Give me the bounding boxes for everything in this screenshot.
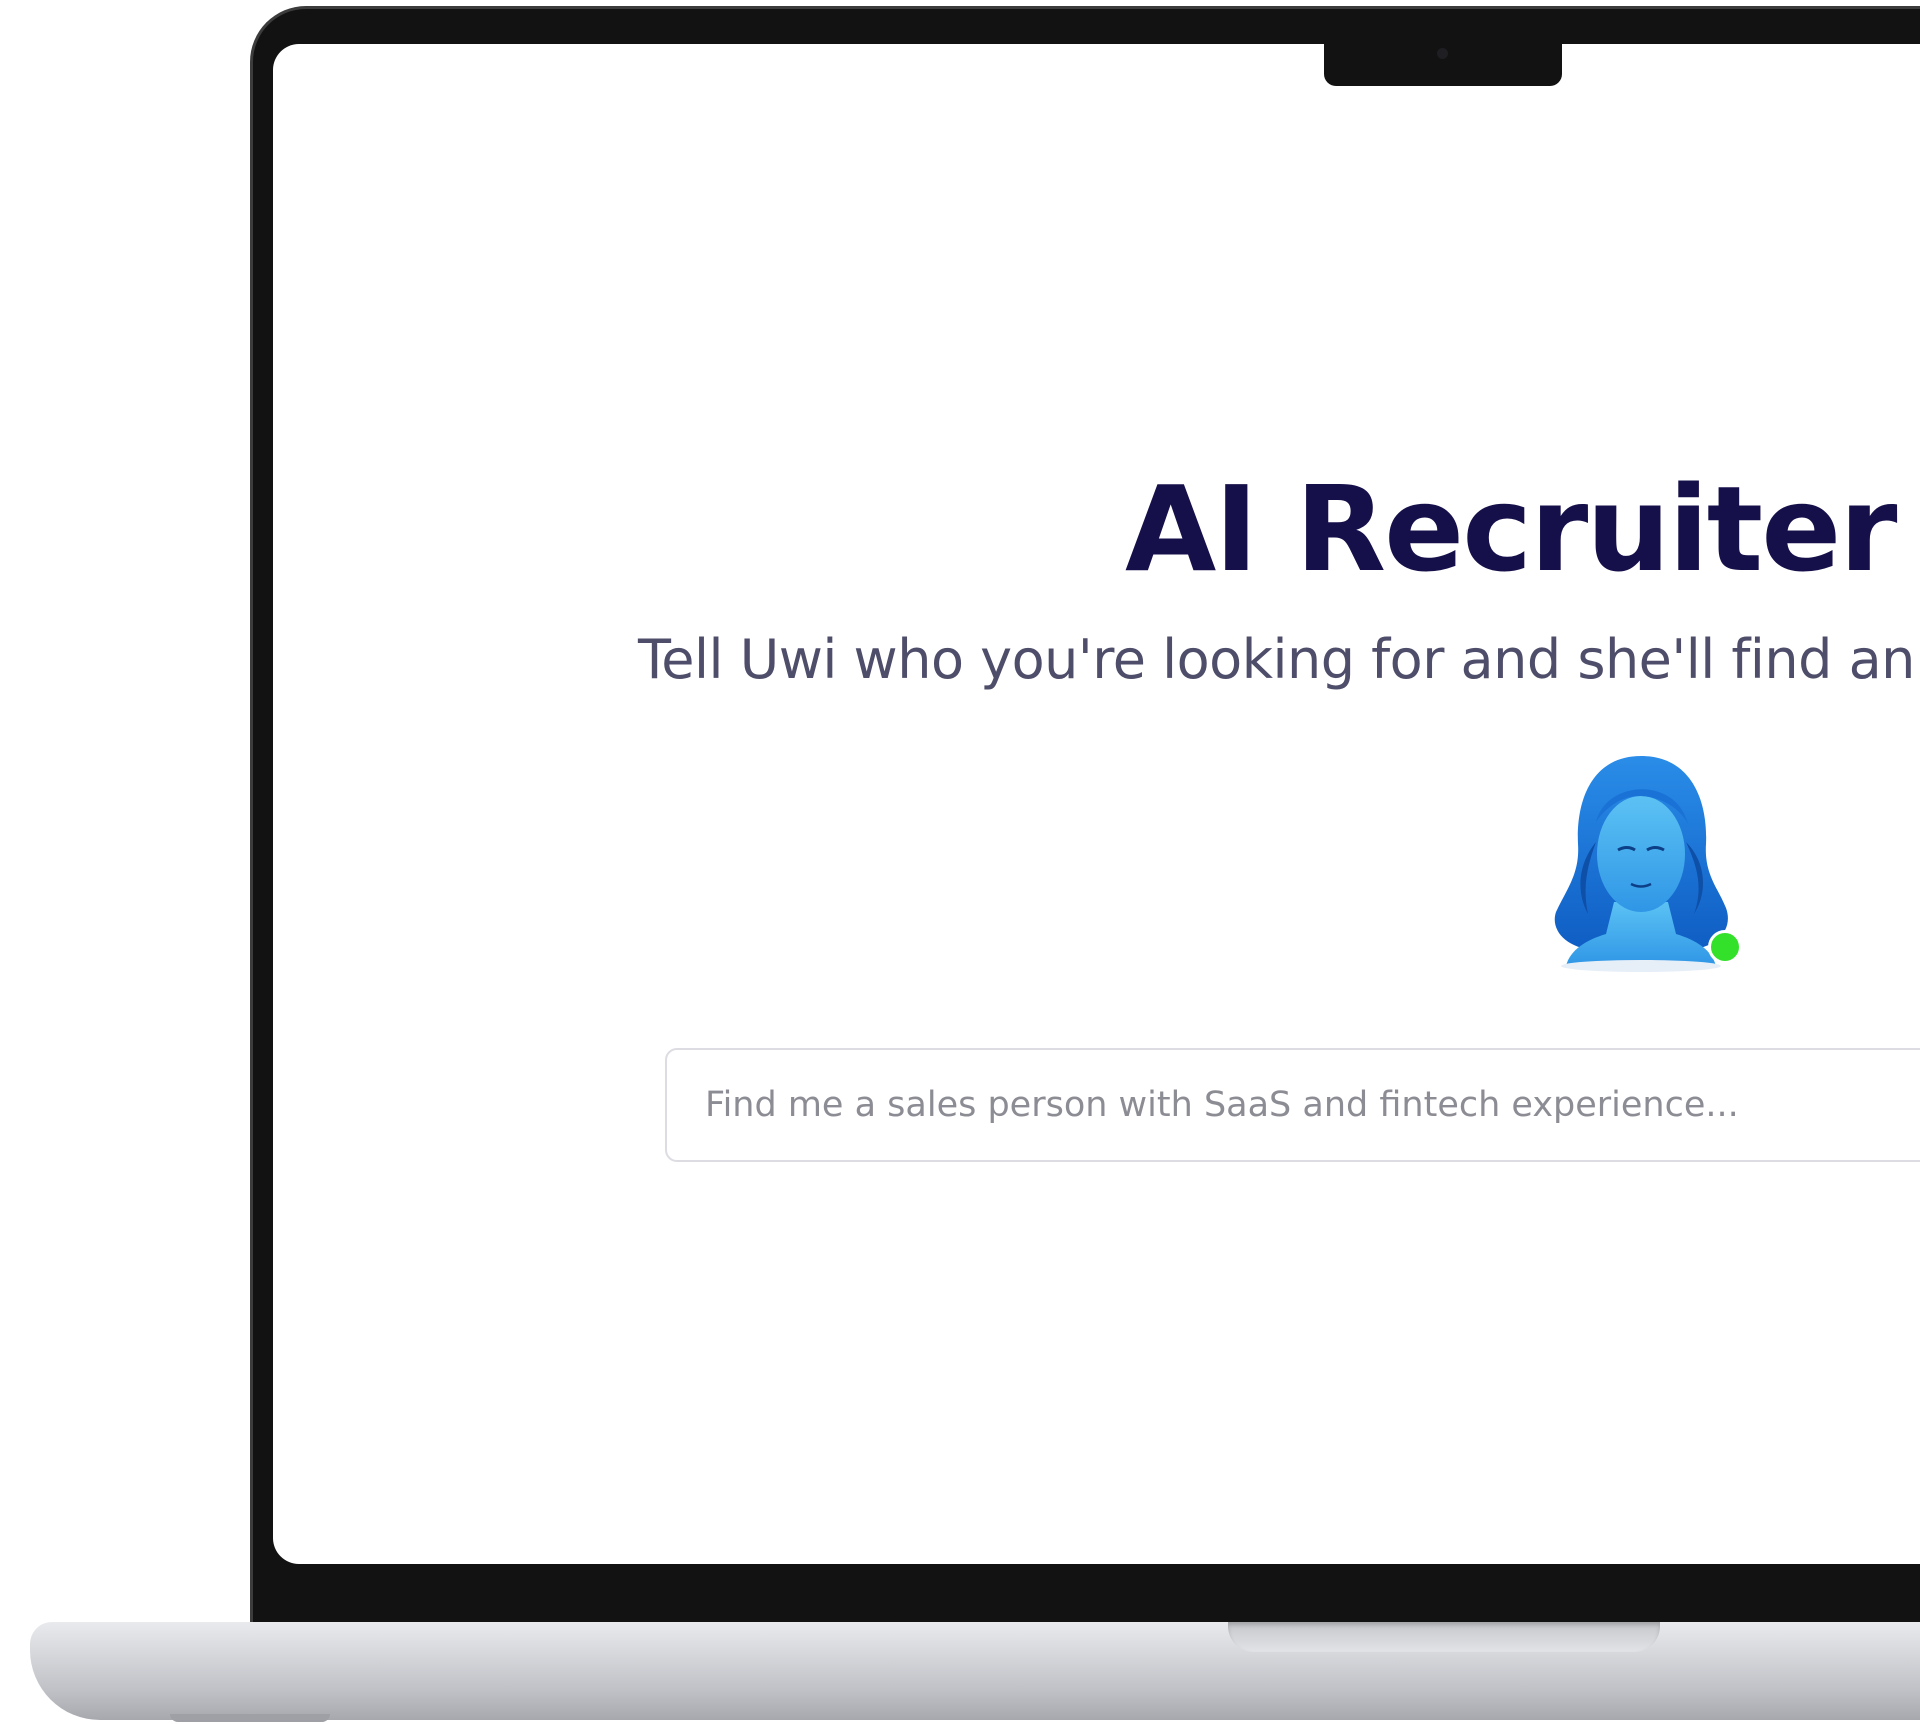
laptop-foot (170, 1714, 330, 1722)
search-input[interactable] (665, 1048, 1920, 1162)
page-title: AI Recruiter (1125, 460, 1897, 598)
page-subtitle: Tell Uwi who you're looking for and she'… (638, 628, 1915, 691)
camera-icon (1437, 48, 1448, 59)
laptop-mockup: AI Recruiter Tell Uwi who you're looking… (0, 0, 1920, 1724)
laptop-opening-notch (1228, 1622, 1660, 1652)
online-status-dot (1708, 930, 1742, 964)
camera-notch (1324, 40, 1562, 86)
